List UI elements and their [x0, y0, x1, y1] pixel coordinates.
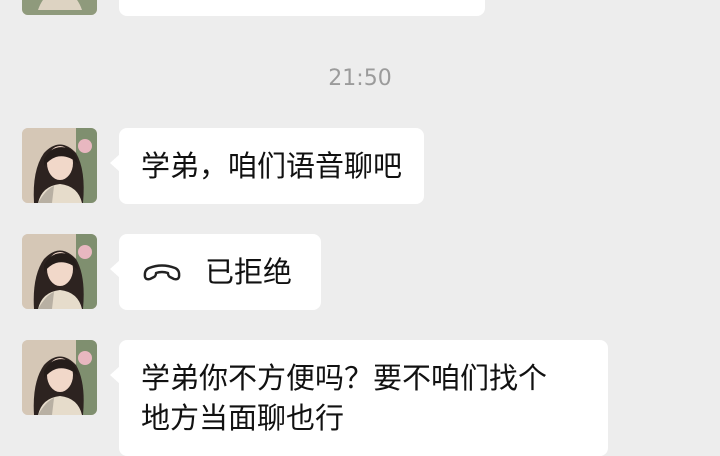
phone-hangup-icon [141, 261, 205, 283]
message-text-line: 地方当面聊也行 [141, 401, 345, 435]
message-bubble[interactable]: 学弟，咱们语音聊吧 [109, 128, 425, 204]
call-status-text: 已拒绝 [205, 255, 293, 289]
message-bubble[interactable] [119, 0, 485, 16]
avatar[interactable] [22, 340, 97, 415]
avatar[interactable] [22, 234, 97, 309]
timestamp: 21:50 [328, 66, 392, 91]
avatar[interactable] [22, 0, 97, 15]
message-bubble[interactable]: 学弟你不方便吗？要不咱们找个 地方当面聊也行 [110, 340, 608, 456]
call-record-bubble[interactable]: 已拒绝 [110, 234, 321, 310]
avatar[interactable] [22, 128, 97, 203]
message-text-line: 学弟你不方便吗？要不咱们找个 [141, 361, 548, 395]
message-text: 学弟，咱们语音聊吧 [141, 149, 403, 183]
